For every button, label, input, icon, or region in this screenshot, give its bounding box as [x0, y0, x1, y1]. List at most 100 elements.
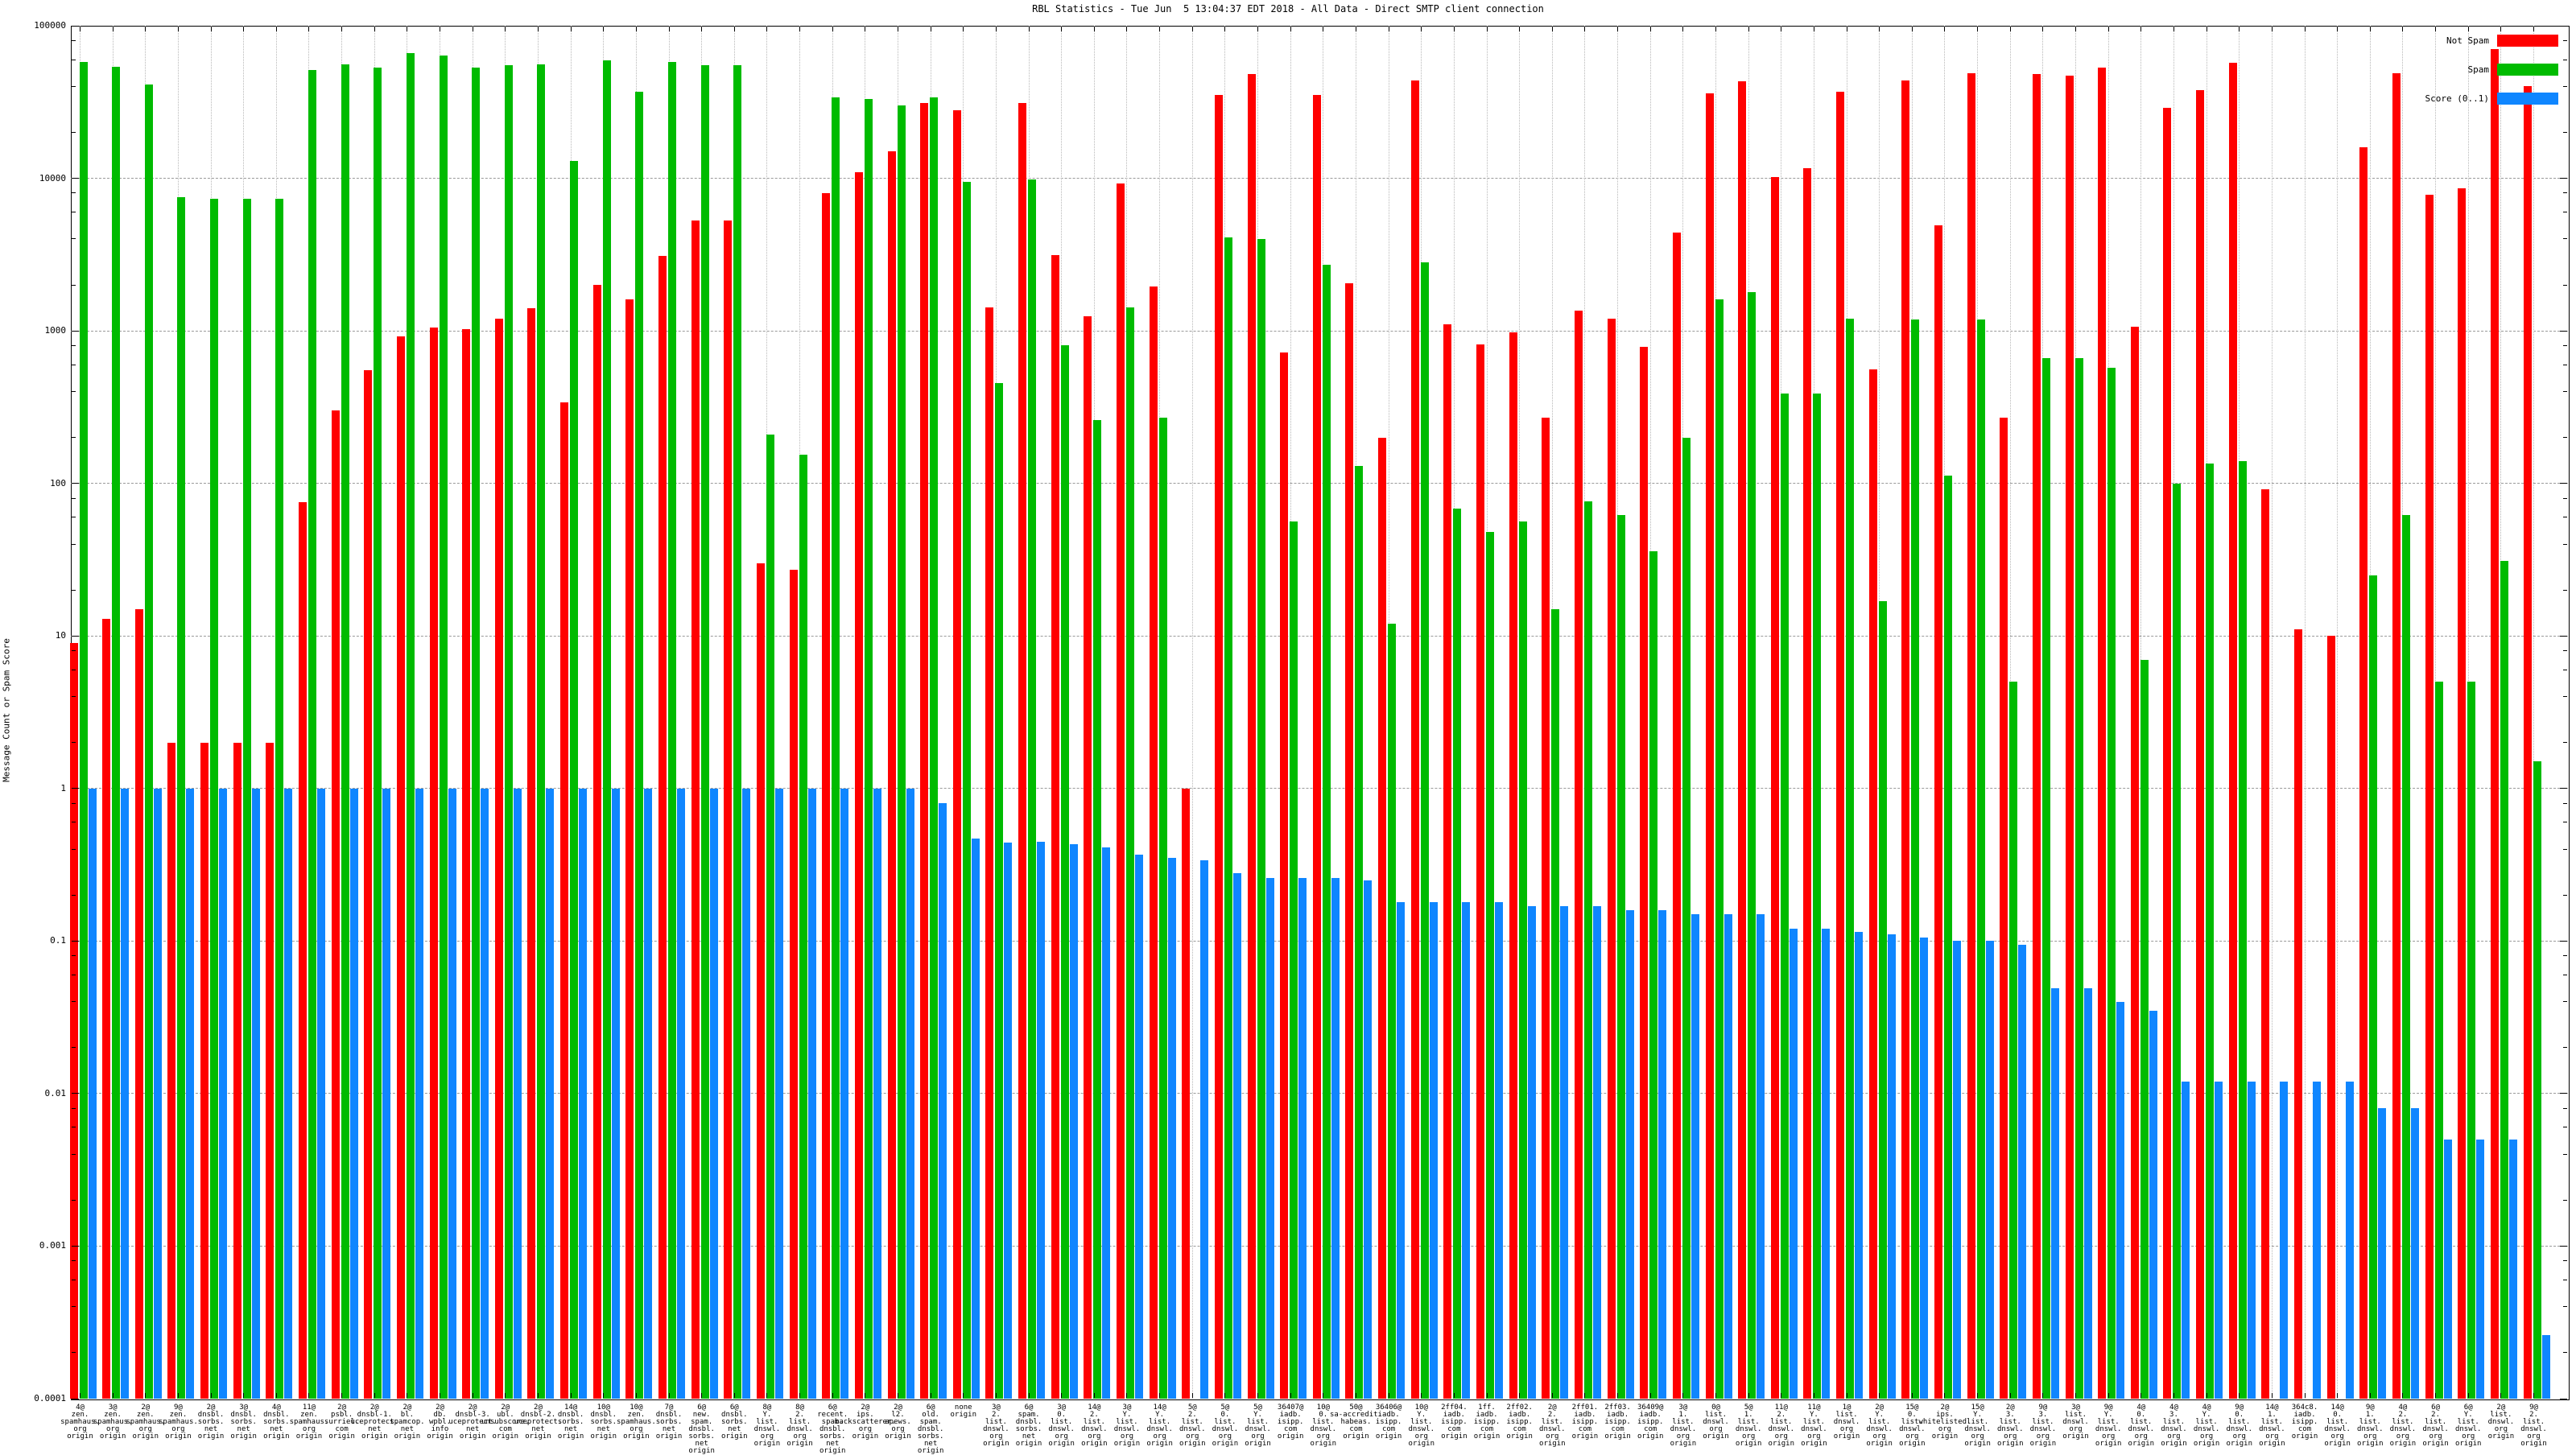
x-top-tick	[1649, 27, 1651, 31]
x-top-tick	[733, 27, 735, 31]
x-top-tick	[2239, 27, 2240, 31]
y-minor-tick	[72, 650, 76, 652]
bar-spam	[1453, 509, 1462, 1399]
bar-not-spam	[1738, 81, 1747, 1399]
x-top-tick	[766, 27, 768, 31]
y-tick-label: 10	[55, 630, 66, 641]
x-bottom-tick	[2107, 1393, 2109, 1398]
bar-not-spam	[462, 328, 471, 1399]
bar-score	[1429, 901, 1438, 1399]
x-axis-label: 4@ 2. list. dnswl. org origin	[2389, 1403, 2417, 1448]
x-axis-label: 14@ dnsbl. sorbs. net origin	[557, 1403, 584, 1441]
bar-not-spam	[1803, 167, 1812, 1399]
x-top-tick	[1126, 27, 1128, 31]
x-axis-label: 3@ Y. list. dnswl. org origin	[1113, 1403, 1141, 1448]
y-major-tick	[72, 483, 79, 484]
bar-spam	[1682, 437, 1690, 1399]
x-top-tick	[1748, 27, 1749, 31]
bar-spam	[1583, 501, 1592, 1399]
bar-not-spam	[2458, 188, 2467, 1399]
bar-not-spam	[69, 642, 78, 1399]
x-axis-label: none origin	[950, 1403, 977, 1419]
x-axis-label: 4@ dnsbl. sorbs. net origin	[263, 1403, 290, 1441]
bar-score	[382, 788, 391, 1399]
bar-spam	[341, 64, 349, 1399]
x-top-tick	[341, 27, 343, 31]
x-bottom-tick	[1977, 1393, 1979, 1398]
bar-score	[644, 788, 653, 1399]
x-axis-label: 36409@ iadb. isipp. com origin	[1637, 1403, 1664, 1441]
bar-score	[219, 788, 228, 1399]
bar-spam	[406, 53, 415, 1399]
x-top-tick	[1290, 27, 1291, 31]
x-gridline	[2304, 26, 2306, 1399]
bar-not-spam	[1018, 103, 1027, 1399]
x-bottom-tick	[603, 1393, 605, 1398]
x-bottom-tick	[1159, 1393, 1161, 1398]
x-gridline	[2337, 26, 2339, 1399]
x-top-tick	[2369, 27, 2371, 31]
x-axis-label: 364c8. iadb. isipp. com origin	[2291, 1403, 2318, 1441]
legend: Not Spam Spam Score (0..1)	[2425, 34, 2558, 121]
y-minor-tick	[2563, 238, 2567, 240]
x-top-tick	[210, 27, 212, 31]
y-minor-tick	[2563, 437, 2567, 439]
x-top-tick	[701, 27, 703, 31]
x-bottom-tick	[995, 1393, 997, 1398]
x-bottom-tick	[1682, 1393, 1684, 1398]
x-axis-label: 1ff. iadb. isipp. com origin	[1473, 1403, 1501, 1441]
bar-score	[88, 788, 97, 1399]
x-top-tick	[603, 27, 605, 31]
bar-not-spam	[1051, 254, 1059, 1399]
y-major-tick	[72, 178, 79, 179]
x-axis-label: 2@ 3. list. dnswl. org origin	[1996, 1403, 2024, 1448]
bar-score	[2410, 1108, 2419, 1399]
bar-not-spam	[1705, 93, 1714, 1399]
y-minor-tick	[72, 1199, 76, 1201]
x-axis-label: 9@ 0. list. dnswl. org origin	[2226, 1403, 2252, 1448]
x-top-tick	[1682, 27, 1684, 31]
x-axis-label: 9@ zen. spamhaus. org origin	[159, 1403, 198, 1441]
legend-item-not-spam: Not Spam	[2425, 34, 2558, 47]
x-axis-label: 8@ Y. list. dnswl. org origin	[753, 1403, 781, 1448]
x-axis-label: 3@ list. dnswl. org origin	[2062, 1403, 2089, 1441]
bar-not-spam	[822, 192, 831, 1399]
bar-score	[611, 788, 620, 1399]
y-minor-tick	[2563, 1047, 2567, 1049]
x-bottom-tick	[308, 1393, 310, 1398]
x-bottom-tick	[799, 1393, 801, 1398]
x-bottom-tick	[963, 1393, 964, 1398]
x-bottom-tick	[341, 1393, 343, 1398]
x-top-tick	[1093, 27, 1095, 31]
bar-score	[1625, 909, 1634, 1399]
x-axis-label: 2@ bl. spamcop. net origin	[390, 1403, 425, 1441]
bar-score	[807, 788, 816, 1399]
bar-spam	[1420, 262, 1429, 1399]
bar-spam	[537, 64, 546, 1399]
legend-swatch-not-spam-icon	[2497, 34, 2558, 47]
bar-spam	[2140, 659, 2149, 1399]
y-tick-label: 100000	[34, 20, 66, 31]
bar-not-spam	[429, 328, 438, 1399]
bar-not-spam	[789, 570, 798, 1399]
x-axis-label: 4@ Y. list. dnswl. org origin	[2193, 1403, 2220, 1448]
bar-not-spam	[952, 109, 961, 1399]
x-gridline	[2271, 26, 2273, 1399]
y-minor-tick	[2563, 650, 2567, 652]
x-top-tick	[2435, 27, 2437, 31]
bar-score	[1200, 859, 1209, 1399]
bar-not-spam	[2392, 72, 2401, 1399]
bar-spam	[2401, 515, 2410, 1399]
bar-not-spam	[233, 742, 242, 1399]
bar-score	[1462, 901, 1471, 1399]
y-major-tick	[72, 25, 79, 27]
y-minor-tick	[72, 955, 76, 957]
bar-score	[513, 788, 522, 1399]
bar-spam	[2369, 575, 2378, 1399]
bar-not-spam	[1149, 286, 1158, 1399]
x-bottom-tick	[1028, 1393, 1030, 1398]
y-minor-tick	[2563, 1260, 2567, 1262]
x-top-tick	[668, 27, 670, 31]
bar-not-spam	[200, 742, 209, 1399]
bar-not-spam	[1312, 95, 1321, 1399]
